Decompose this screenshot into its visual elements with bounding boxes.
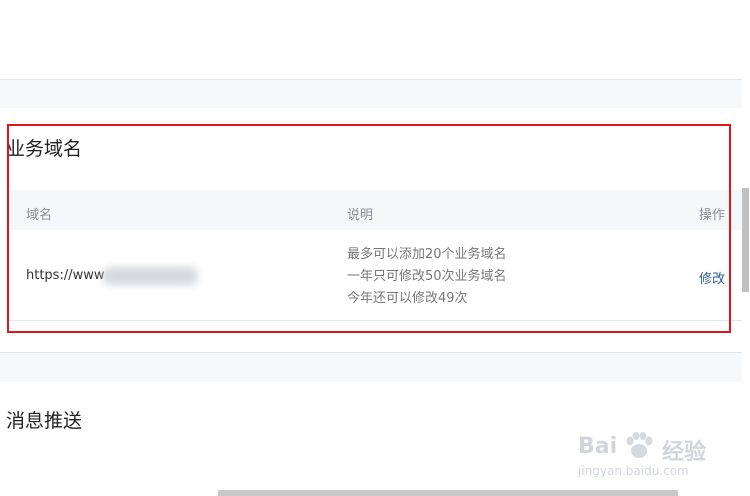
vertical-scrollbar-thumb[interactable] [742, 188, 749, 292]
section-gap-top [0, 80, 742, 108]
watermark-brand: Bai [578, 434, 618, 459]
watermark-url: jingyan.baidu.com [578, 464, 689, 478]
section-gap-bottom [0, 353, 742, 382]
red-highlight-box [7, 124, 731, 333]
baidu-watermark: Bai 经验 jingyan.baidu.com [578, 432, 748, 492]
paw-icon [626, 432, 653, 458]
section-title-message-push: 消息推送 [6, 410, 83, 432]
watermark-suffix: 经验 [662, 440, 707, 465]
